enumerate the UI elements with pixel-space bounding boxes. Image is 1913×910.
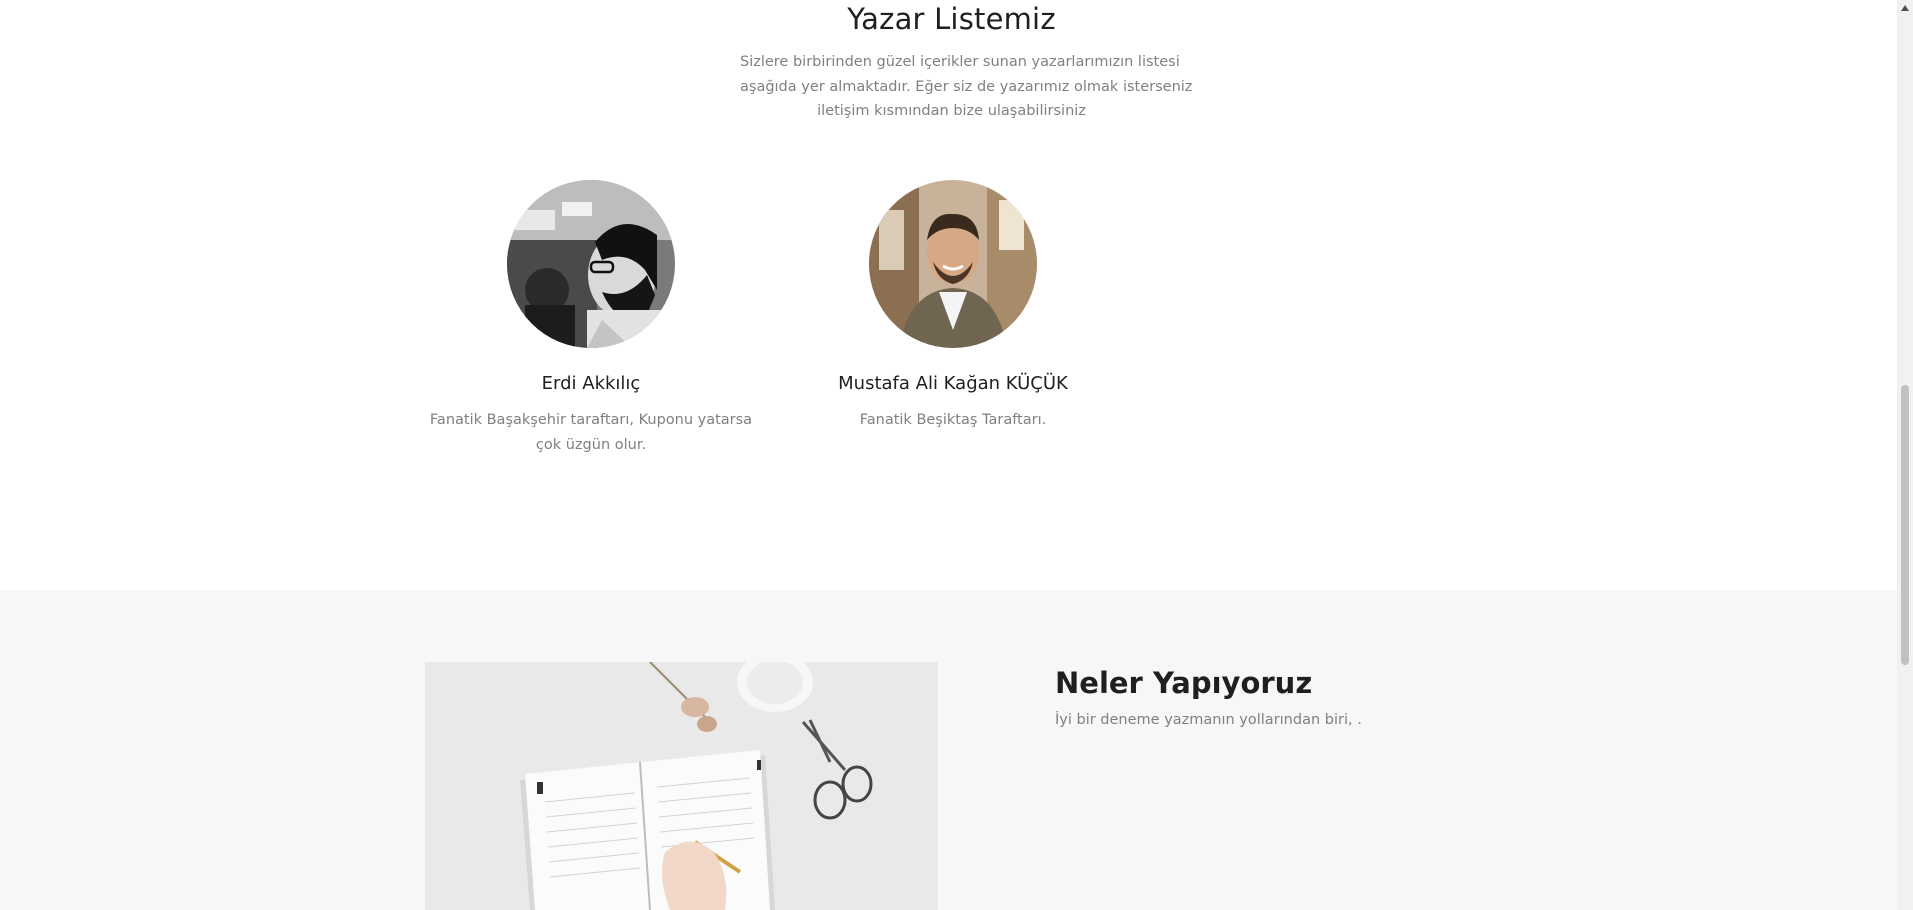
author-photo	[507, 180, 675, 348]
author-bio: Fanatik Başakşehir taraftarı, Kuponu yat…	[429, 412, 753, 453]
author-bio: Fanatik Beşiktaş Taraftarı.	[859, 412, 1047, 428]
services-text: İyi bir deneme yazmanın yollarından biri…	[1055, 712, 1362, 728]
author-card: Erdi Akkılıç Fanatik Başakşehir taraftar…	[420, 180, 762, 457]
services-photo	[425, 662, 938, 910]
services-section: Neler Yapıyoruz İyi bir deneme yazmanın …	[0, 590, 1897, 910]
author-avatar[interactable]	[507, 180, 675, 348]
scroll-up-button[interactable]	[1897, 0, 1913, 16]
page: Yazar Listemiz Sizlere birbirinden güzel…	[0, 0, 1913, 910]
authors-lead-line: aşağıda yer almaktadır. Eğer siz de yaza…	[740, 78, 1193, 95]
author-name: Erdi Akkılıç	[541, 373, 641, 394]
authors-title: Yazar Listemiz	[847, 2, 1056, 36]
services-title: Neler Yapıyoruz	[1055, 666, 1313, 700]
vertical-scrollbar[interactable]	[1897, 0, 1913, 910]
author-avatar[interactable]	[869, 180, 1037, 348]
authors-lead-line: iletişim kısmından bize ulaşabilirsiniz	[817, 103, 1086, 119]
authors-section: Yazar Listemiz Sizlere birbirinden güzel…	[0, 0, 1897, 590]
triangle-up-icon	[1901, 5, 1909, 11]
authors-lead-line: Sizlere birbirinden güzel içerikler suna…	[740, 54, 1180, 70]
author-name: Mustafa Ali Kağan KÜÇÜK	[838, 373, 1068, 394]
author-photo	[869, 180, 1037, 348]
authors-lead: Sizlere birbirinden güzel içerikler suna…	[740, 50, 1193, 124]
scrollbar-thumb[interactable]	[1901, 385, 1909, 665]
services-photo-image	[425, 662, 938, 910]
author-card: Mustafa Ali Kağan KÜÇÜK Fanatik Beşiktaş…	[803, 180, 1103, 433]
